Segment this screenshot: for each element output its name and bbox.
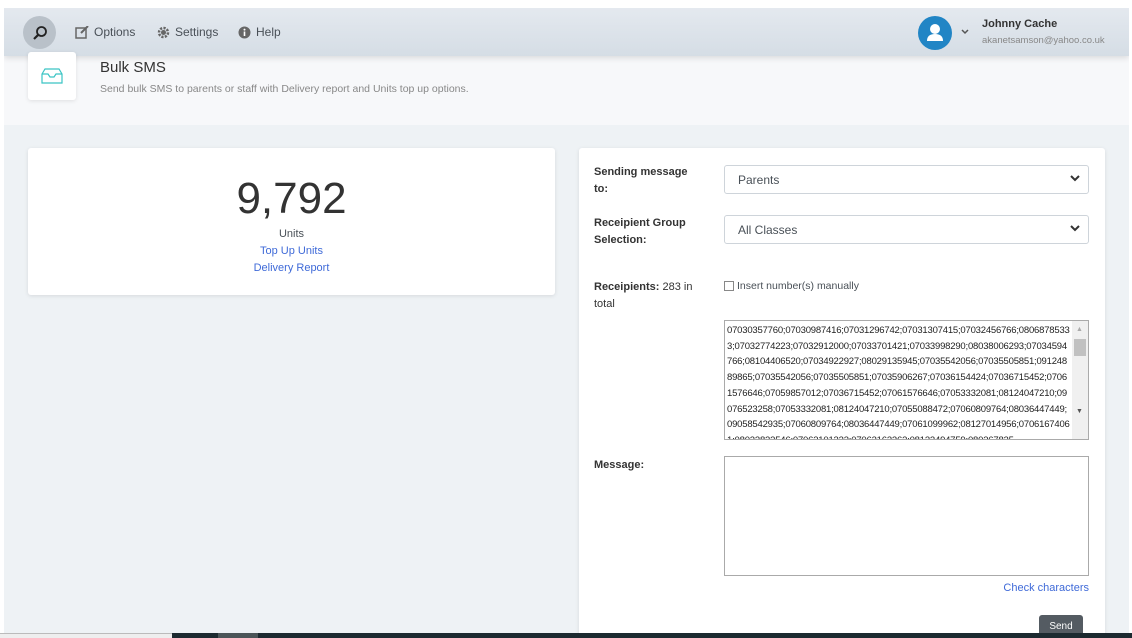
page-title: Bulk SMS <box>100 59 166 76</box>
taskbar-item[interactable] <box>218 633 258 638</box>
settings-menu[interactable]: Settings <box>157 25 218 39</box>
info-icon <box>238 26 251 38</box>
sending-to-label: Sending message to: <box>594 166 688 195</box>
page-header-icon <box>28 52 76 100</box>
message-label: Message: <box>594 459 645 471</box>
options-label: Options <box>94 25 136 39</box>
scroll-up-icon[interactable]: ▲ <box>1076 326 1083 333</box>
scrollbar-thumb[interactable] <box>1074 339 1086 356</box>
send-button[interactable]: Send <box>1039 615 1083 633</box>
settings-label: Settings <box>175 25 219 39</box>
page-subtitle: Send bulk SMS to parents or staff with D… <box>100 83 469 95</box>
chevron-down-icon[interactable] <box>961 29 969 35</box>
gear-icon <box>157 26 170 38</box>
avatar[interactable] <box>918 16 952 50</box>
scrollbar[interactable]: ▲ ▼ <box>1072 321 1088 439</box>
manual-entry-checkbox[interactable] <box>724 281 734 291</box>
edit-icon <box>75 25 89 39</box>
help-label: Help <box>256 25 281 39</box>
recipients-label: Receipients: <box>594 281 660 293</box>
delivery-report-link[interactable]: Delivery Report <box>254 262 330 274</box>
group-value: All Classes <box>738 223 798 237</box>
manual-entry-option[interactable]: Insert number(s) manually <box>724 280 859 292</box>
options-menu[interactable]: Options <box>75 25 135 39</box>
message-textarea[interactable] <box>724 456 1089 576</box>
recipient-numbers-textarea[interactable]: 07030357760;07030987416;07031296742;0703… <box>724 320 1089 440</box>
units-count: 9,792 <box>236 174 347 223</box>
page: Options Settings Help Johnny Cache akane… <box>4 8 1129 633</box>
sending-to-value: Parents <box>738 173 780 187</box>
units-card: 9,792 Units Top Up Units Delivery Report <box>28 148 555 295</box>
manual-entry-label: Insert number(s) manually <box>737 280 859 292</box>
inbox-icon <box>41 68 63 84</box>
recipients-summary: Receipients: 283 in total <box>594 279 704 313</box>
group-select[interactable]: All Classes <box>724 215 1089 244</box>
taskbar <box>172 633 1132 638</box>
top-up-units-link[interactable]: Top Up Units <box>260 245 323 257</box>
help-menu[interactable]: Help <box>238 25 281 39</box>
taskbar-left <box>0 633 172 638</box>
user-name: Johnny Cache <box>982 18 1058 30</box>
recipient-numbers: 07030357760;07030987416;07031296742;0703… <box>727 325 1070 439</box>
chevron-down-icon <box>1070 225 1080 232</box>
group-label: Receipient Group Selection: <box>594 217 686 246</box>
sms-form: Sending message to: Parents Receipient G… <box>579 148 1105 633</box>
user-email: akanetsamson@yahoo.co.uk <box>982 35 1105 46</box>
search-icon <box>32 25 47 40</box>
search-button[interactable] <box>23 16 56 49</box>
top-navbar: Options Settings Help Johnny Cache akane… <box>4 8 1129 56</box>
check-characters-link[interactable]: Check characters <box>1003 582 1089 594</box>
sending-to-select[interactable]: Parents <box>724 165 1089 194</box>
scroll-down-icon[interactable]: ▼ <box>1076 408 1083 415</box>
units-label: Units <box>278 228 305 240</box>
chevron-down-icon <box>1070 175 1080 182</box>
user-icon <box>927 24 943 41</box>
